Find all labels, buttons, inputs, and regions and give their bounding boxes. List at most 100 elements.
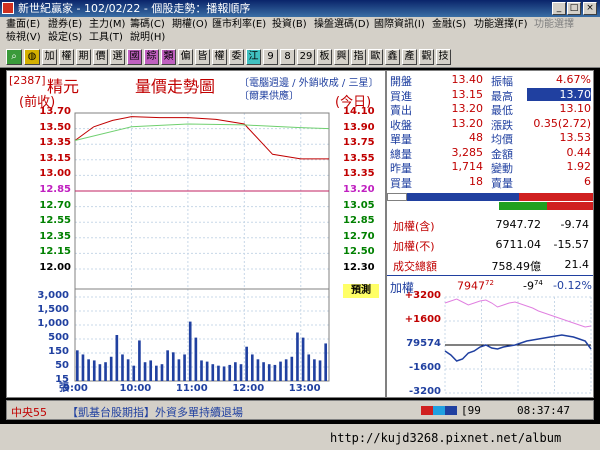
- price-tick-left: 12.00: [39, 262, 71, 273]
- toolbar-button-9[interactable]: 皆: [195, 49, 210, 65]
- close-button[interactable]: ×: [583, 2, 597, 15]
- index-label: 加權(含): [393, 220, 435, 233]
- toolbar-button-10[interactable]: 權: [212, 49, 227, 65]
- toolbar-button-7[interactable]: 類: [161, 49, 176, 65]
- quote-label: 賣量: [491, 176, 513, 190]
- quote-row: 單量 48 均價 13.53: [387, 131, 593, 146]
- news-source: 中央55: [11, 406, 47, 419]
- menu-settings[interactable]: 設定(S): [48, 31, 82, 44]
- index-row: 成交總額 758.49億 21.4: [387, 255, 593, 275]
- toolbar-button-2[interactable]: 期: [76, 49, 91, 65]
- toolbar-button-15[interactable]: 29: [297, 49, 315, 65]
- time-tick: 11:00: [175, 383, 208, 394]
- minimize-button[interactable]: _: [552, 2, 566, 15]
- menu-main-force[interactable]: 主力(M): [89, 18, 125, 31]
- toolbar-button-20[interactable]: 鑫: [385, 49, 400, 65]
- volume-bar: [87, 359, 90, 381]
- mini-axis-tick: +1600: [404, 314, 441, 325]
- toolbar: ⌕ ◍ 加權期價選國綜類偏皆權委江 9 8 29 板興指歐鑫產觀技: [0, 45, 600, 68]
- toolbar-button-8[interactable]: 偏: [178, 49, 193, 65]
- predict-badge[interactable]: 預測: [343, 284, 379, 298]
- news-ticker[interactable]: 【凱基台股期指】外資多單持續退場: [67, 404, 243, 420]
- chart-frame: [74, 112, 330, 382]
- toolbar-button-21[interactable]: 產: [402, 49, 417, 65]
- lock-icon[interactable]: ◍: [24, 49, 40, 65]
- price-tick-right: 13.05: [343, 199, 375, 211]
- menu-trading[interactable]: 操盤選碼(D): [314, 18, 370, 31]
- quote-row: 賣出 13.20 最低 13.10: [387, 102, 593, 117]
- toolbar-button-5[interactable]: 國: [127, 49, 142, 65]
- menu-screen[interactable]: 畫面(E): [6, 18, 40, 31]
- toolbar-button-17[interactable]: 興: [334, 49, 349, 65]
- toolbar-button-6[interactable]: 綜: [144, 49, 159, 65]
- volume-bar: [115, 334, 119, 381]
- menu-invest[interactable]: 投資(B): [272, 18, 307, 31]
- toolbar-button-19[interactable]: 歐: [368, 49, 383, 65]
- toolbar-button-14[interactable]: 8: [280, 49, 295, 65]
- volume-bar: [92, 360, 96, 381]
- menu-finance[interactable]: 金融(S): [432, 18, 466, 31]
- volume-bar: [76, 350, 79, 381]
- price-tick-left: 12.55: [39, 215, 71, 227]
- volume-tick: 50: [55, 360, 69, 371]
- toolbar-button-4[interactable]: 選: [110, 49, 125, 65]
- menu-securities[interactable]: 證券(E): [48, 18, 82, 31]
- menu-options[interactable]: 期權(O): [172, 18, 208, 31]
- buy-sell-bar-2: [387, 202, 593, 210]
- index-value: 7947.72: [495, 218, 542, 231]
- menu-tools[interactable]: 工具(T): [89, 31, 123, 44]
- toolbar-button-0[interactable]: 加: [42, 49, 57, 65]
- toolbar-button-18[interactable]: 指: [351, 49, 366, 65]
- time-tick: 13:00: [288, 383, 321, 394]
- index-value: 758.49億: [491, 260, 542, 273]
- volume-bar: [149, 360, 153, 381]
- toolbar-button-22[interactable]: 觀: [419, 49, 434, 65]
- quote-value: 3,285: [451, 145, 484, 159]
- toolbar-button-12[interactable]: 江: [246, 49, 261, 65]
- menu-functions-disabled: 功能選擇: [534, 19, 574, 30]
- menu-chips[interactable]: 籌碼(C): [130, 18, 165, 31]
- toolbar-button-11[interactable]: 委: [229, 49, 244, 65]
- toolbar-button-16[interactable]: 板: [317, 49, 332, 65]
- quote-label: 買量: [390, 176, 412, 190]
- volume-bar: [121, 354, 124, 381]
- volume-bar: [307, 354, 311, 381]
- taskbar: http://kujd3268.pixnet.net/album: [0, 424, 600, 450]
- volume-tick: 1,000: [37, 318, 69, 329]
- window-title: 新世紀贏家 - 102/02/22 - 個股走勢：播報順序: [18, 2, 251, 15]
- toolbar-button-23[interactable]: 技: [436, 49, 451, 65]
- volume-bar: [279, 361, 282, 381]
- volume-bar: [194, 337, 198, 381]
- volume-bar: [132, 365, 136, 381]
- toolbar-button-3[interactable]: 價: [93, 49, 108, 65]
- quote-value: 1.92: [566, 160, 592, 173]
- search-icon[interactable]: ⌕: [6, 49, 22, 65]
- status-bar: 中央55 【凱基台股期指】外資多單持續退場 [99 08:37:47: [6, 400, 594, 420]
- price-tick-right: 13.55: [343, 152, 375, 164]
- price-tick-left: 13.50: [39, 121, 71, 133]
- menu-bar: 畫面(E) 證券(E) 主力(M) 籌碼(C) 期權(O) 匯市利率(E) 投資…: [0, 17, 600, 45]
- quote-value: 13.20: [451, 116, 484, 130]
- volume-bar: [217, 365, 220, 381]
- toolbar-button-1[interactable]: 權: [59, 49, 74, 65]
- volume-bar: [245, 346, 248, 381]
- quote-row: 買進 13.15 最高 13.70: [387, 87, 593, 103]
- title-bar: 新世紀贏家 - 102/02/22 - 個股走勢：播報順序 _ □ ×: [0, 0, 600, 17]
- maximize-button[interactable]: □: [567, 2, 581, 15]
- volume-bar: [177, 359, 181, 381]
- menu-help[interactable]: 說明(H): [130, 31, 165, 44]
- volume-bar: [222, 366, 226, 381]
- volume-bar: [301, 337, 305, 381]
- menu-functions[interactable]: 功能選擇(F): [474, 18, 528, 31]
- volume-tick: 3,000: [37, 290, 69, 301]
- menu-view[interactable]: 檢視(V): [6, 31, 41, 44]
- menu-fx-rates[interactable]: 匯市利率(E): [212, 18, 266, 31]
- index-row: 加權(不) 6711.04 -15.57: [387, 235, 593, 255]
- volume-bar: [228, 364, 232, 381]
- quote-panel: 開盤 13.40 振幅 4.67% 買進 13.15 最高 13.70 賣出 13.20 最低 13.…: [386, 70, 594, 398]
- index-row: 加權(含) 7947.72 -9.74: [387, 215, 593, 235]
- menu-intl-info[interactable]: 國際資訊(I): [374, 18, 425, 31]
- price-tick-right: 12.30: [343, 262, 375, 273]
- volume-bar: [160, 364, 164, 381]
- toolbar-button-13[interactable]: 9: [263, 49, 278, 65]
